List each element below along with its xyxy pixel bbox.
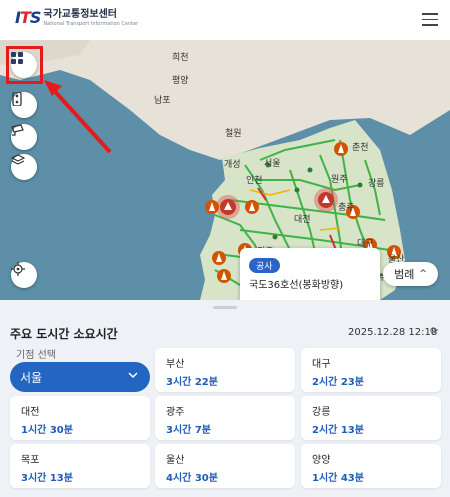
drag-handle[interactable] xyxy=(213,306,237,309)
event-type-badge: 공사 xyxy=(249,258,280,273)
destination-city: 목포 xyxy=(21,455,40,466)
destination-city: 부산 xyxy=(166,359,185,370)
logo-mark: ITS xyxy=(15,8,41,27)
svg-text:대전: 대전 xyxy=(294,214,311,225)
destination-time: 1시간 43분 xyxy=(312,473,364,484)
svg-text:평양: 평양 xyxy=(172,75,189,86)
svg-text:서울: 서울 xyxy=(264,158,281,169)
svg-text:춘천: 춘천 xyxy=(352,142,369,153)
destination-time: 3시간 7분 xyxy=(166,425,211,436)
destination-card[interactable]: 양양 1시간 43분 xyxy=(301,444,441,488)
cctv-icon[interactable] xyxy=(11,124,37,150)
destination-city: 대구 xyxy=(312,359,331,370)
selected-base: 서울 xyxy=(20,370,43,385)
destination-time: 3시간 22분 xyxy=(166,377,218,388)
app-header: ITS 국가교통정보센터 National Transport Informat… xyxy=(0,0,450,41)
annotation-arrow xyxy=(44,80,112,154)
destination-card[interactable]: 목포 3시간 13분 xyxy=(10,444,150,488)
chevron-down-icon xyxy=(128,370,138,381)
traffic-icon[interactable] xyxy=(11,92,37,118)
svg-text:인천: 인천 xyxy=(246,175,263,186)
traffic-map[interactable]: 희천 평양 남포 철원 개성 춘천 강릉 원주 충주 대전 전주 광주 대구 부… xyxy=(0,40,450,300)
svg-text:강릉: 강릉 xyxy=(368,178,385,189)
panel-date: 2025.12.28 12:18 xyxy=(348,327,438,338)
refresh-icon[interactable]: ⟳ xyxy=(430,326,438,337)
destination-city: 대전 xyxy=(21,407,40,418)
destination-time: 2시간 23분 xyxy=(312,377,364,388)
svg-text:희천: 희천 xyxy=(172,51,189,63)
destination-card[interactable]: 울산 4시간 30분 xyxy=(155,444,295,488)
destination-city: 양양 xyxy=(312,455,331,466)
locate-icon[interactable] xyxy=(11,262,37,288)
chevron-up-icon: ^ xyxy=(419,269,427,279)
destination-city: 광주 xyxy=(166,407,185,418)
logo[interactable]: ITS 국가교통정보센터 National Transport Informat… xyxy=(15,9,138,28)
destination-city: 울산 xyxy=(166,455,185,466)
panel-title: 주요 도시간 소요시간 xyxy=(10,327,118,341)
layers-icon[interactable] xyxy=(11,154,37,180)
logo-title: 국가교통정보센터 xyxy=(43,9,118,20)
legend-button[interactable]: 범례 ^ xyxy=(383,262,438,286)
legend-label: 범례 xyxy=(394,268,415,281)
highlight-box xyxy=(6,46,43,84)
event-road-name: 국도36호선(봉화방향) xyxy=(249,280,344,291)
svg-text:원주: 원주 xyxy=(331,174,348,185)
destination-city: 강릉 xyxy=(312,407,331,418)
destination-card[interactable]: 부산 3시간 22분 xyxy=(155,348,295,392)
destination-time: 3시간 13분 xyxy=(21,473,73,484)
svg-text:철원: 철원 xyxy=(225,128,242,139)
destination-card[interactable]: 대전 1시간 30분 xyxy=(10,396,150,440)
svg-text:개성: 개성 xyxy=(224,159,241,170)
destination-card[interactable]: 광주 3시간 7분 xyxy=(155,396,295,440)
destination-card[interactable]: 대구 2시간 23분 xyxy=(301,348,441,392)
base-select-label: 기점 선택 xyxy=(16,350,56,361)
destination-time: 2시간 13분 xyxy=(312,425,364,436)
svg-text:충주: 충주 xyxy=(338,202,355,213)
logo-subtitle: National Transport Information Center xyxy=(43,21,139,27)
destination-time: 4시간 30분 xyxy=(166,473,218,484)
event-popup[interactable]: 공사 국도36호선(봉화방향) xyxy=(240,248,380,300)
hamburger-icon[interactable] xyxy=(422,13,438,26)
destination-time: 1시간 30분 xyxy=(21,425,73,436)
destination-card[interactable]: 강릉 2시간 13분 xyxy=(301,396,441,440)
base-select[interactable]: 서울 xyxy=(10,362,150,392)
